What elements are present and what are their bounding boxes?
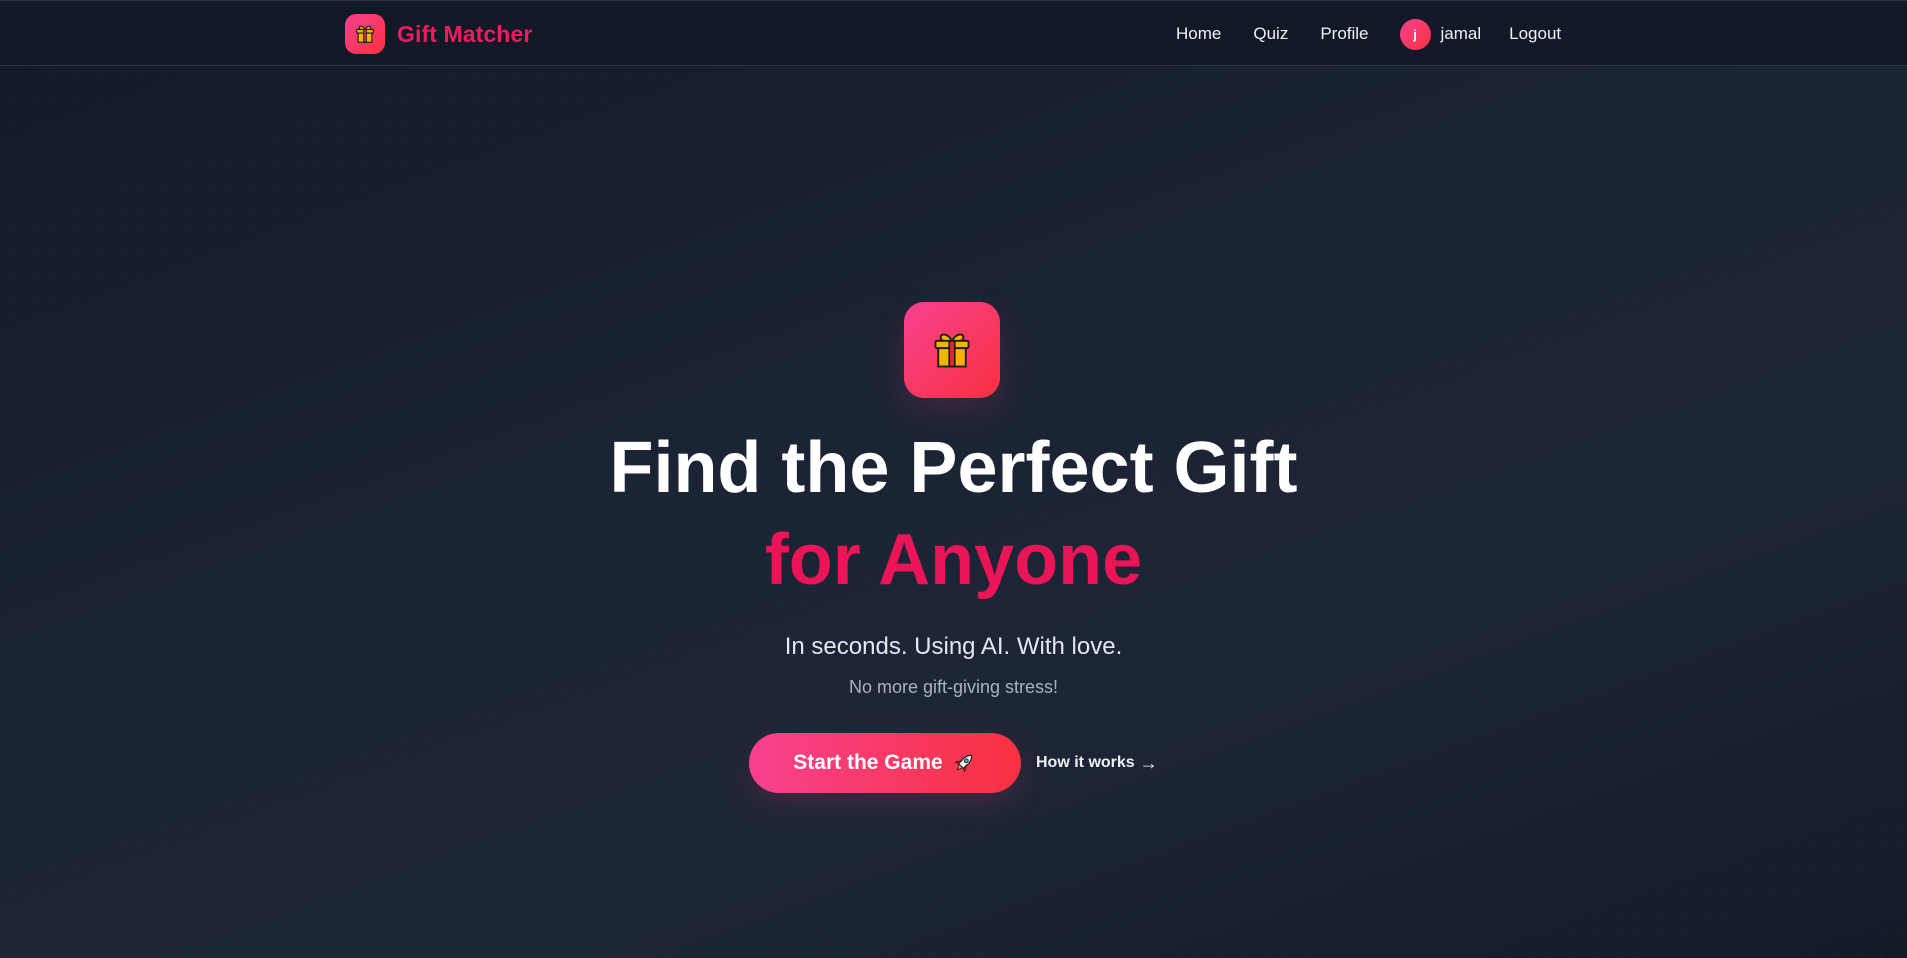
username: jamal bbox=[1440, 24, 1482, 43]
brand-name: Gift Matcher bbox=[397, 20, 533, 47]
brand-logo bbox=[345, 14, 385, 54]
hero-gift-badge bbox=[904, 302, 1000, 398]
start-game-label: Start the Game bbox=[793, 751, 943, 774]
nav-profile-link[interactable]: Profile bbox=[1320, 24, 1368, 44]
hero-title-line-2: for Anyone bbox=[764, 520, 1143, 600]
user-menu[interactable]: j jamal bbox=[1399, 18, 1482, 50]
start-game-button[interactable]: Start the Game bbox=[749, 733, 1021, 793]
hero-tagline: In seconds. Using AI. With love. bbox=[784, 633, 1123, 660]
nav-home-link[interactable]: Home bbox=[1176, 24, 1221, 44]
gift-icon bbox=[934, 333, 970, 368]
gift-icon bbox=[356, 25, 374, 43]
hero-subtagline: No more gift-giving stress! bbox=[848, 677, 1059, 697]
arrow-right-icon: → bbox=[1139, 752, 1158, 773]
top-navbar: Gift Matcher Home Quiz Profile j jamal L… bbox=[0, 0, 1907, 66]
nav-quiz-link[interactable]: Quiz bbox=[1253, 24, 1288, 44]
how-it-works-label: How it works bbox=[1036, 754, 1135, 771]
brand-home-link[interactable]: Gift Matcher bbox=[345, 14, 532, 54]
hero-title-line-1: Find the Perfect Gift bbox=[609, 428, 1298, 508]
page: Gift Matcher Home Quiz Profile j jamal L… bbox=[0, 0, 1907, 958]
how-it-works-link[interactable]: How it works → bbox=[1036, 752, 1158, 774]
logout-link[interactable]: Logout bbox=[1509, 24, 1561, 44]
rocket-icon bbox=[951, 750, 977, 776]
avatar: j bbox=[1399, 18, 1431, 50]
main-nav: Home Quiz Profile j jamal Logout bbox=[1176, 18, 1561, 50]
